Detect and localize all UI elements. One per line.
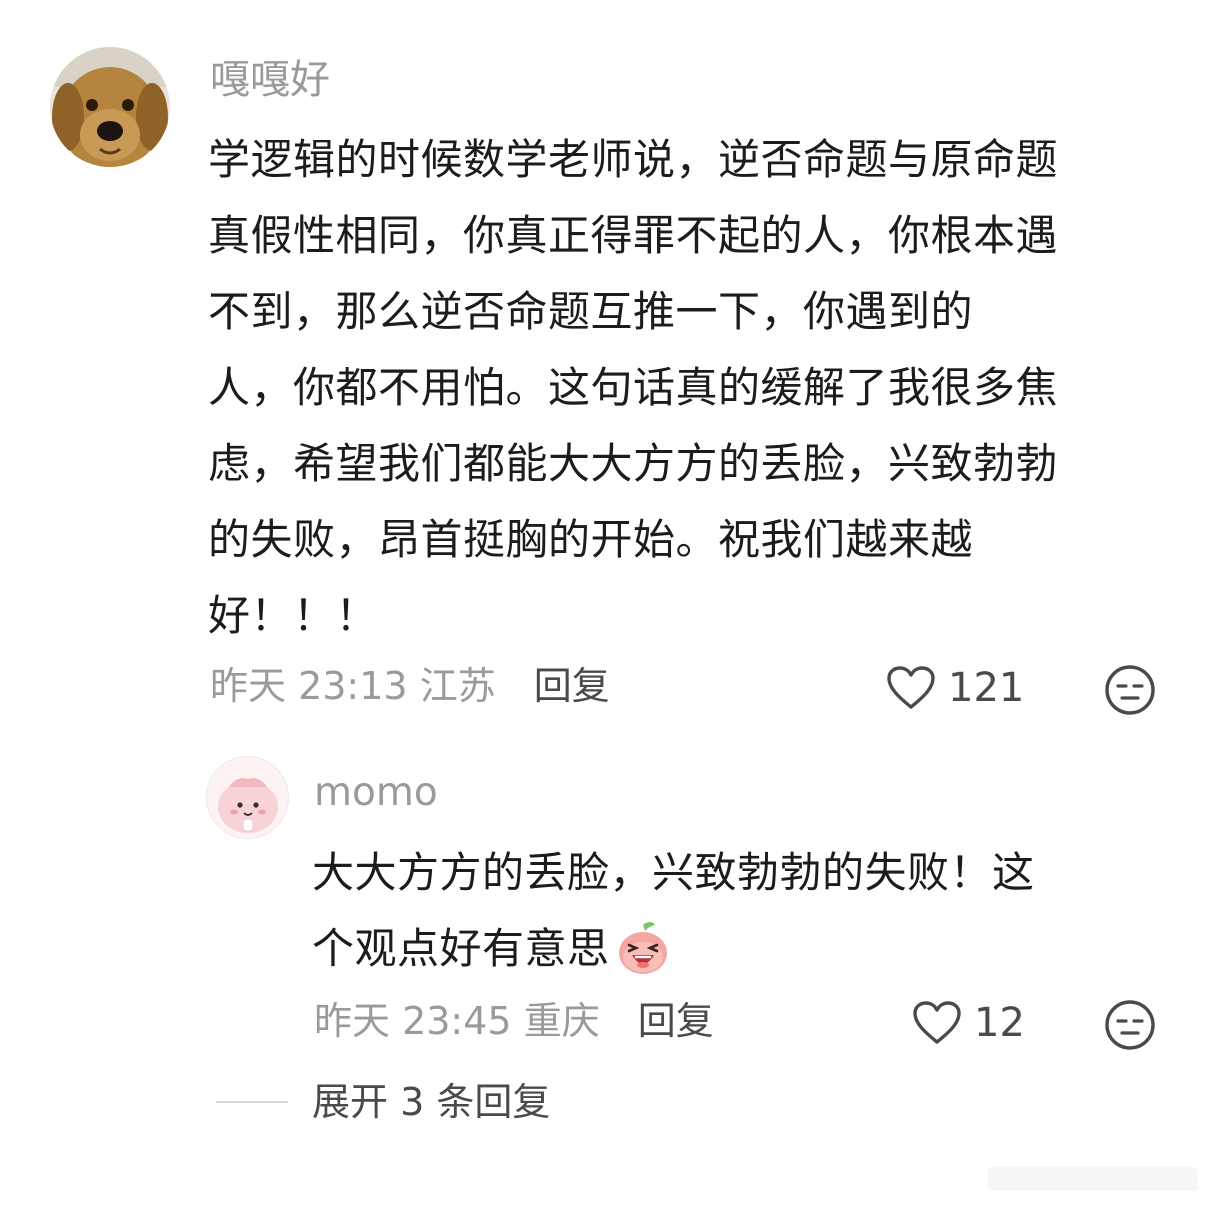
divider: [216, 1101, 288, 1103]
reply-button[interactable]: 回复: [534, 664, 610, 708]
comment-line: 学逻辑的时候数学老师说，逆否命题与原命题: [208, 135, 1059, 184]
reply-location: 重庆: [523, 999, 600, 1043]
reply-body: 大大方方的丢脸，兴致勃勃的失败！这 个观点好有意思: [312, 835, 1142, 987]
neutral-face-icon[interactable]: [1104, 664, 1156, 716]
reply-time: 昨天 23:45: [314, 999, 512, 1043]
reply-line-text: 个观点好有意思: [312, 924, 610, 973]
reply-meta: 昨天 23:45 重庆 回复: [314, 1002, 714, 1040]
like-count: 121: [948, 665, 1025, 711]
comment-body: 学逻辑的时候数学老师说，逆否命题与原命题 真假性相同，你真正得罪不起的人，你根本…: [208, 122, 1168, 654]
pink-cartoon-avatar[interactable]: [206, 756, 289, 839]
dog-avatar[interactable]: [50, 47, 170, 167]
comment-line: 不到，那么逆否命题互推一下，你遇到的: [208, 287, 974, 336]
comment-time: 昨天 23:13: [210, 664, 408, 708]
comment-line: 人，你都不用怕。这句话真的缓解了我很多焦: [208, 363, 1059, 412]
watermark-mark: [988, 1167, 1198, 1191]
like-button[interactable]: 121: [886, 665, 1024, 711]
comment-line: 虑，希望我们都能大大方方的丢脸，兴致勃勃: [208, 439, 1059, 488]
reply-like-button[interactable]: 12: [912, 1000, 1025, 1046]
heart-outline-icon: [887, 666, 935, 709]
expand-replies-button[interactable]: 展开 3 条回复: [216, 1083, 550, 1121]
comment-line: 的失败，昂首挺胸的开始。祝我们越来越: [208, 515, 974, 564]
comment-line: 好！！！: [208, 591, 379, 640]
comment-username[interactable]: 嘎嘎好: [210, 60, 330, 100]
laughing-peach-emoji: [618, 921, 667, 974]
pink-cartoon-avatar-icon: [207, 757, 288, 838]
reply-reply-button[interactable]: 回复: [638, 999, 714, 1043]
heart-outline-icon: [913, 1001, 961, 1044]
reply-username[interactable]: momo: [314, 773, 438, 812]
expand-replies-label: 展开 3 条回复: [312, 1080, 551, 1124]
dog-avatar-icon: [50, 47, 170, 167]
comment-line: 真假性相同，你真正得罪不起的人，你根本遇: [208, 211, 1059, 260]
neutral-face-icon[interactable]: [1104, 999, 1156, 1051]
comment-location: 江苏: [419, 664, 496, 708]
reply-line: 大大方方的丢脸，兴致勃勃的失败！这: [312, 848, 1035, 897]
reply-line: 个观点好有意思: [312, 911, 1142, 987]
reply-like-count: 12: [974, 1000, 1025, 1046]
comment-meta: 昨天 23:13 江苏 回复: [210, 667, 610, 705]
